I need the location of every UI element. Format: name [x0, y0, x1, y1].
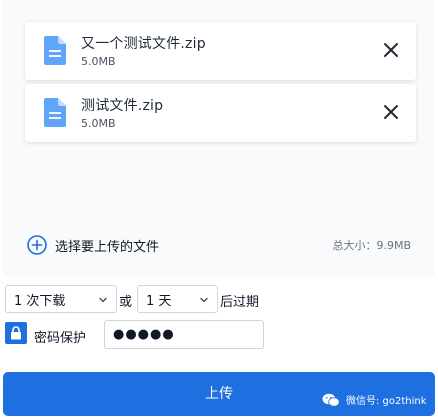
password-input[interactable]: ●●●●● [104, 320, 264, 349]
chevron-down-icon [99, 297, 107, 303]
expiry-value: 1 天 [146, 293, 172, 309]
expire-label: 后过期 [220, 295, 260, 310]
expiry-select[interactable]: 1 天 [137, 285, 218, 313]
watermark-text: 微信号: go2think [346, 396, 427, 407]
download-limit-select[interactable]: 1 次下载 [5, 285, 117, 313]
remove-file-close-icon[interactable] [383, 42, 399, 58]
download-limit-value: 1 次下载 [14, 293, 66, 309]
file-list-panel: 又一个测试文件.zip 5.0MB 测试文件.zip 5.0MB 选择要上传的文… [3, 0, 435, 277]
watermark: 微信号: go2think [322, 392, 427, 407]
remove-file-close-icon[interactable] [383, 104, 399, 120]
file-size: 5.0MB [81, 55, 116, 68]
add-files-button[interactable]: 选择要上传的文件 [27, 234, 159, 256]
wechat-logo-icon [322, 393, 340, 407]
send-upload-form: 又一个测试文件.zip 5.0MB 测试文件.zip 5.0MB 选择要上传的文… [0, 0, 438, 420]
password-protect-checkbox[interactable] [5, 322, 27, 344]
plus-circle-icon [27, 235, 47, 255]
document-icon [44, 36, 66, 65]
file-card: 测试文件.zip 5.0MB [25, 84, 416, 142]
document-icon [44, 98, 66, 127]
chevron-down-icon [200, 297, 208, 303]
add-files-label: 选择要上传的文件 [55, 239, 160, 255]
or-label: 或 [119, 295, 133, 310]
lock-icon [11, 326, 21, 340]
file-card: 又一个测试文件.zip 5.0MB [25, 22, 416, 80]
file-size: 5.0MB [81, 117, 116, 130]
file-name: 又一个测试文件.zip [81, 36, 206, 52]
password-label: 密码保护 [34, 331, 87, 346]
file-name: 测试文件.zip [81, 98, 164, 114]
total-size: 总大小：9.9MB [332, 239, 411, 252]
